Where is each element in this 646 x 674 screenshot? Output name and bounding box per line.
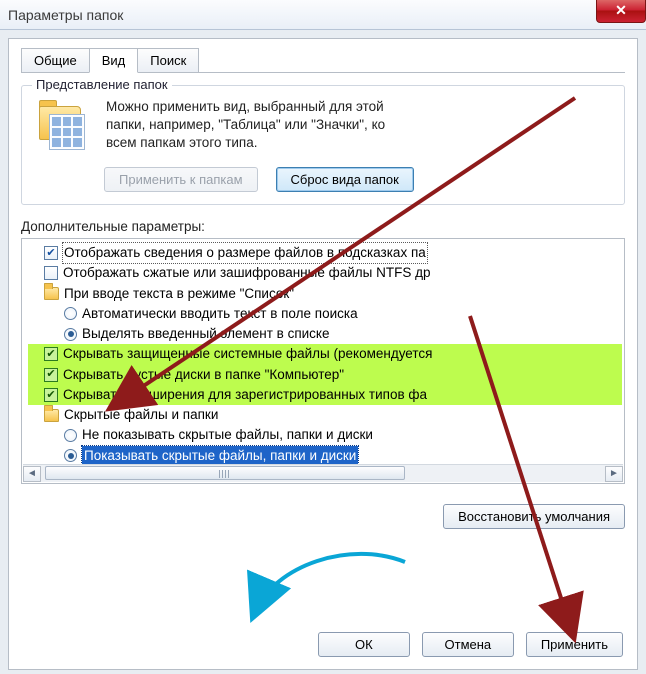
reset-folder-view-button[interactable]: Сброс вида папок — [276, 167, 414, 192]
opt-show-ntfs-compressed[interactable]: Отображать сжатые или зашифрованные файл… — [28, 263, 622, 283]
tab-search[interactable]: Поиск — [137, 48, 199, 73]
folder-view-legend: Представление папок — [32, 77, 172, 92]
folder-icon — [44, 409, 59, 422]
advanced-label: Дополнительные параметры: — [21, 219, 625, 234]
apply-to-folders-button: Применить к папкам — [104, 167, 258, 192]
folder-view-text: Можно применить вид, выбранный для этой … — [106, 98, 385, 153]
advanced-tree[interactable]: ✔ Отображать сведения о размере файлов в… — [21, 238, 625, 484]
restore-defaults-button[interactable]: Восстановить умолчания — [443, 504, 625, 529]
apply-button[interactable]: Применить — [526, 632, 623, 657]
opt-show-hidden[interactable]: Показывать скрытые файлы, папки и диски — [28, 446, 622, 466]
opt-list-typing-group: При вводе текста в режиме "Список" — [28, 284, 622, 304]
tab-bar: Общие Вид Поиск — [21, 47, 625, 73]
checkbox-checked-icon: ✔ — [44, 368, 58, 382]
window-close-button[interactable]: ✕ — [596, 0, 646, 23]
opt-highlight-typed[interactable]: Выделять введенный элемент в списке — [28, 324, 622, 344]
checkbox-unchecked-icon — [44, 266, 58, 280]
tab-view[interactable]: Вид — [89, 48, 139, 73]
opt-dont-show-hidden[interactable]: Не показывать скрытые файлы, папки и дис… — [28, 425, 622, 445]
tab-general[interactable]: Общие — [21, 48, 90, 73]
radio-selected-icon — [64, 328, 77, 341]
radio-unselected-icon — [64, 307, 77, 320]
opt-auto-type-search[interactable]: Автоматически вводить текст в поле поиск… — [28, 304, 622, 324]
folder-view-icon — [34, 98, 94, 153]
window-title: Параметры папок — [8, 7, 123, 23]
folder-icon — [44, 287, 59, 300]
opt-hide-empty-drives[interactable]: ✔ Скрывать пустые диски в папке "Компьют… — [28, 365, 622, 385]
radio-unselected-icon — [64, 429, 77, 442]
opt-show-size-tooltips[interactable]: ✔ Отображать сведения о размере файлов в… — [28, 243, 622, 263]
opt-hide-protected-os-files[interactable]: ✔ Скрывать защищенные системные файлы (р… — [28, 344, 622, 364]
scroll-track[interactable] — [41, 466, 605, 482]
folder-view-group: Представление папок Можно применить вид,… — [21, 85, 625, 205]
titlebar: Параметры папок ✕ — [0, 0, 646, 30]
opt-hide-known-extensions[interactable]: ✔ Скрывать расширения для зарегистрирова… — [28, 385, 622, 405]
horizontal-scrollbar[interactable]: ◄ ► — [23, 464, 623, 482]
checkbox-checked-icon: ✔ — [44, 347, 58, 361]
radio-selected-icon — [64, 449, 77, 462]
checkbox-checked-icon: ✔ — [44, 388, 58, 402]
checkbox-checked-icon: ✔ — [44, 246, 58, 260]
scroll-right-icon[interactable]: ► — [605, 466, 623, 482]
dialog-body: Общие Вид Поиск Представление папок Можн… — [8, 38, 638, 670]
scroll-left-icon[interactable]: ◄ — [23, 466, 41, 482]
ok-button[interactable]: ОК — [318, 632, 410, 657]
cancel-button[interactable]: Отмена — [422, 632, 514, 657]
opt-hidden-files-group: Скрытые файлы и папки — [28, 405, 622, 425]
scroll-thumb[interactable] — [45, 466, 405, 480]
